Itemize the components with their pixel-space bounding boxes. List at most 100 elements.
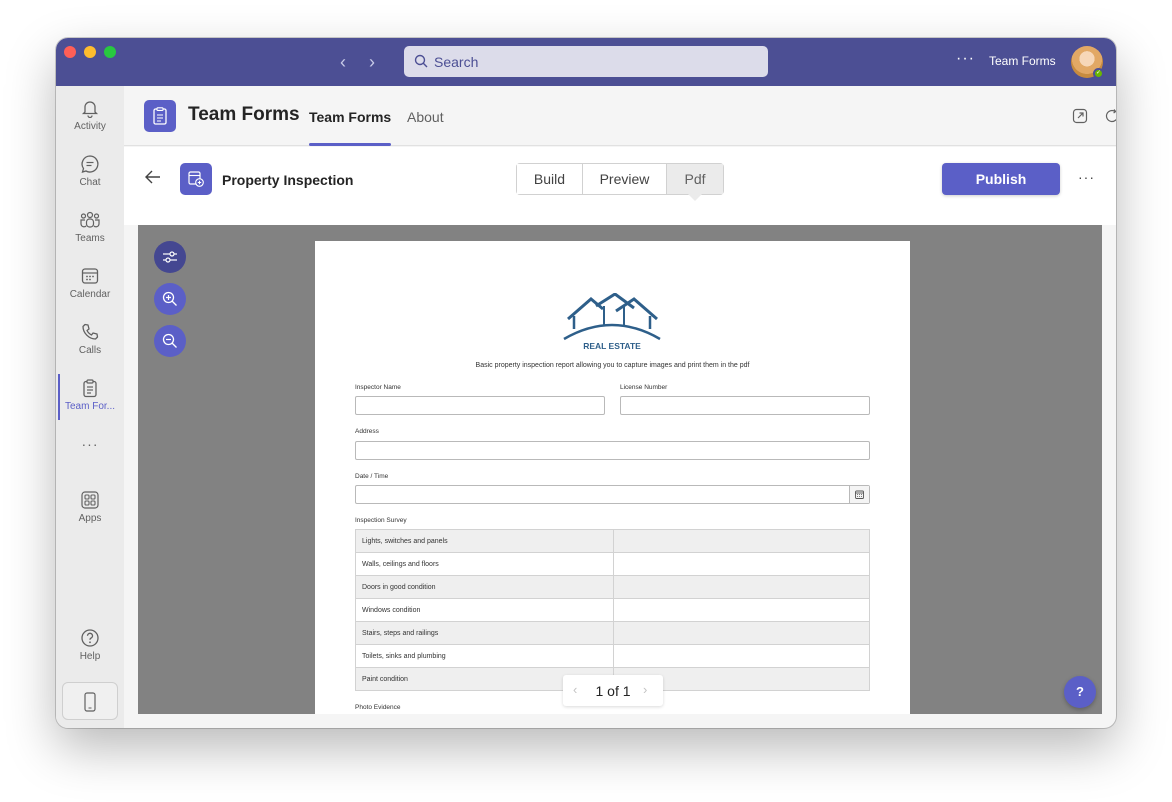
teams-icon	[80, 211, 100, 228]
presence-available-icon: ✓	[1093, 68, 1104, 79]
rail-item-teams[interactable]: Teams	[56, 200, 124, 256]
survey-row: Windows condition	[355, 598, 870, 622]
survey-row: Walls, ceilings and floors	[355, 552, 870, 576]
tab-team-forms[interactable]: Team Forms	[309, 109, 391, 125]
title-bar: ‹ › Search ··· Team Forms ✓	[56, 38, 1116, 86]
tenant-name[interactable]: Team Forms	[989, 54, 1056, 68]
publish-button[interactable]: Publish	[942, 163, 1060, 195]
form-icon	[180, 163, 212, 195]
survey-row: Lights, switches and panels	[355, 529, 870, 553]
form-toolbar: Property Inspection Build Preview Pdf Pu…	[124, 147, 1116, 225]
app-title: Team Forms	[188, 104, 300, 125]
clipboard-icon	[83, 379, 97, 398]
survey-answer-cell[interactable]	[613, 598, 870, 622]
survey-item: Lights, switches and panels	[355, 529, 614, 553]
next-page-icon[interactable]: ›	[643, 682, 647, 697]
zoom-out-button[interactable]	[154, 325, 186, 357]
close-window-button[interactable]	[64, 46, 76, 58]
more-options-icon[interactable]: ···	[956, 50, 975, 68]
minimize-window-button[interactable]	[84, 46, 96, 58]
preview-view-button[interactable]: Preview	[583, 164, 667, 194]
logo-text: REAL ESTATE	[583, 341, 641, 351]
search-icon	[414, 54, 428, 68]
more-apps-icon[interactable]: ···	[56, 436, 124, 452]
real-estate-logo: REAL ESTATE	[563, 293, 661, 351]
search-placeholder: Search	[434, 54, 479, 70]
survey-answer-cell[interactable]	[613, 575, 870, 599]
rail-label: Help	[79, 651, 101, 662]
maximize-window-button[interactable]	[104, 46, 116, 58]
mobile-phone-icon	[84, 692, 96, 712]
more-actions-icon[interactable]: ···	[1078, 169, 1095, 185]
zoom-out-icon	[162, 333, 177, 348]
rail-label: Activity	[74, 121, 106, 132]
view-switcher: Build Preview Pdf	[516, 163, 724, 201]
active-indicator	[58, 374, 60, 420]
refresh-icon[interactable]	[1104, 108, 1116, 124]
page-navigator: ‹ 1 of 1 ›	[563, 675, 663, 706]
active-tab-underline	[309, 143, 391, 146]
calendar-icon	[81, 268, 99, 284]
inspector-name-field[interactable]	[355, 396, 605, 415]
mobile-device-button[interactable]	[62, 682, 118, 720]
pdf-view-button[interactable]: Pdf	[667, 164, 723, 201]
survey-item: Doors in good condition	[355, 575, 614, 599]
rail-label: Team For...	[64, 401, 115, 412]
survey-answer-cell[interactable]	[613, 621, 870, 645]
rail-item-apps[interactable]: Apps	[56, 480, 124, 536]
apps-icon	[81, 491, 99, 509]
sliders-icon	[163, 251, 177, 263]
help-icon	[81, 629, 99, 647]
address-field[interactable]	[355, 441, 870, 460]
date-time-label: Date / Time	[355, 473, 389, 480]
rail-item-help[interactable]: Help	[56, 618, 124, 674]
inspection-survey-table: Lights, switches and panels Walls, ceili…	[355, 529, 870, 691]
avatar[interactable]: ✓	[1071, 46, 1104, 79]
rail-label: Apps	[78, 513, 102, 524]
license-number-field[interactable]	[620, 396, 870, 415]
license-number-label: License Number	[620, 384, 668, 391]
pdf-viewer: REAL ESTATE Basic property inspection re…	[138, 225, 1102, 714]
survey-item: Toilets, sinks and plumbing	[355, 644, 614, 668]
photo-evidence-label: Photo Evidence	[355, 704, 401, 711]
rail-item-chat[interactable]: Chat	[56, 144, 124, 200]
bell-icon	[81, 101, 99, 118]
date-time-field[interactable]	[355, 485, 870, 504]
zoom-in-button[interactable]	[154, 283, 186, 315]
rail-item-activity[interactable]: Activity	[56, 88, 124, 144]
forward-nav-icon[interactable]: ›	[364, 52, 380, 72]
survey-item: Walls, ceilings and floors	[355, 552, 614, 576]
back-nav-icon[interactable]: ‹	[335, 52, 351, 72]
survey-answer-cell[interactable]	[613, 644, 870, 668]
rail-label: Chat	[79, 177, 101, 188]
pdf-page: REAL ESTATE Basic property inspection re…	[315, 241, 910, 714]
address-label: Address	[355, 428, 379, 435]
build-view-button[interactable]: Build	[517, 164, 583, 194]
help-button[interactable]: ?	[1064, 676, 1096, 708]
survey-row: Stairs, steps and railings	[355, 621, 870, 645]
app-header: Team Forms Team Forms About	[124, 86, 1116, 146]
inspector-name-label: Inspector Name	[355, 384, 401, 391]
back-arrow-icon[interactable]	[144, 169, 162, 185]
app-window: ‹ › Search ··· Team Forms ✓ Activity Cha…	[56, 38, 1116, 728]
survey-item: Stairs, steps and railings	[355, 621, 614, 645]
tab-about[interactable]: About	[407, 109, 444, 125]
app-rail: Activity Chat Teams Calendar Calls Team …	[56, 86, 124, 728]
survey-item: Windows condition	[355, 598, 614, 622]
form-add-icon	[188, 171, 204, 187]
form-title: Property Inspection	[222, 172, 354, 188]
survey-row: Doors in good condition	[355, 575, 870, 599]
form-description: Basic property inspection report allowin…	[475, 362, 750, 369]
survey-answer-cell[interactable]	[613, 552, 870, 576]
rail-item-calendar[interactable]: Calendar	[56, 256, 124, 312]
pop-out-icon[interactable]	[1072, 108, 1088, 124]
rail-item-calls[interactable]: Calls	[56, 312, 124, 368]
chat-icon	[81, 155, 99, 173]
team-forms-app-icon	[144, 100, 176, 132]
page-indicator: 1 of 1	[595, 683, 631, 699]
settings-button[interactable]	[154, 241, 186, 273]
search-input[interactable]: Search	[404, 46, 768, 77]
survey-answer-cell[interactable]	[613, 529, 870, 553]
date-picker-button[interactable]	[849, 486, 869, 503]
rail-item-team-forms[interactable]: Team For...	[56, 368, 124, 424]
